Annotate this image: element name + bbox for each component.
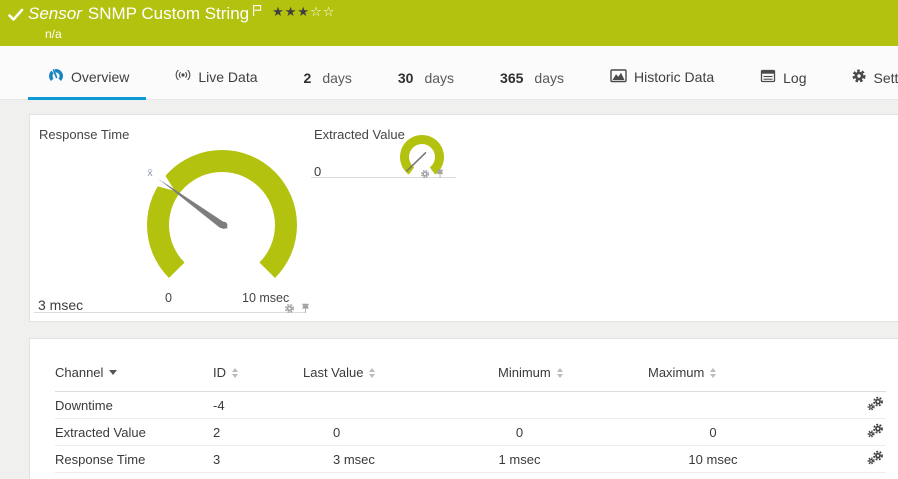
tab-number: 2 [303, 70, 312, 86]
cell-channel: Extracted Value [55, 418, 213, 446]
tab-label: Historic Data [633, 69, 715, 85]
log-icon [760, 69, 776, 86]
tab-label: Settings [873, 69, 898, 86]
column-header-actions [830, 365, 886, 392]
tab-historic-data[interactable]: Historic Data [610, 68, 714, 99]
response-time-gauge-title: Response Time [39, 127, 130, 142]
cell-id: 2 [213, 418, 303, 446]
sensor-status-subtitle: n/a [45, 27, 62, 41]
broadcast-icon [175, 67, 191, 86]
tab-number: 365 [500, 70, 524, 86]
average-marker: x̄ [147, 167, 153, 179]
cell-id: -4 [213, 391, 303, 419]
sort-icon [232, 367, 238, 378]
gauges-panel: Response Time x̄ 0 10 msec 3 msec Extrac… [29, 114, 898, 322]
priority-stars[interactable]: ★★★☆☆ [272, 4, 335, 19]
column-header-channel[interactable]: Channel [55, 365, 213, 392]
tab-label: Overview [71, 68, 130, 85]
gauge-toolbar [284, 301, 311, 319]
tab-2-days[interactable]: 2 days [304, 70, 352, 99]
cell-minimum: 0 [443, 418, 596, 446]
cell-minimum [443, 391, 596, 419]
gauge-settings-gear-icon[interactable] [420, 166, 430, 184]
status-ok-check-icon [8, 8, 24, 27]
cell-last-value: 3 msec [303, 445, 443, 473]
chart-icon [610, 68, 627, 86]
channel-settings-gears-icon[interactable] [867, 396, 884, 414]
cell-last-value: 0 [303, 418, 443, 446]
tab-365-days[interactable]: 365 days [500, 70, 564, 99]
page-title: SNMP Custom String [87, 4, 250, 23]
tab-30-days[interactable]: 30 days [398, 70, 454, 99]
cell-maximum [596, 391, 830, 419]
sensor-header: Sensor SNMP Custom String ★★★☆☆ n/a [0, 0, 898, 46]
gauge-icon [48, 67, 64, 86]
channels-panel: Channel ID Last Value Minimum Maximum Do… [29, 338, 898, 479]
gauge-pin-icon[interactable] [300, 301, 311, 319]
gauge-settings-gear-icon[interactable] [284, 301, 295, 319]
sort-icon [710, 367, 717, 378]
table-row-response-time: Response Time 3 3 msec 1 msec 10 msec [55, 445, 886, 473]
sort-icon [369, 367, 376, 378]
widget-divider [34, 312, 306, 313]
cell-channel: Response Time [55, 445, 213, 473]
cell-channel: Downtime [55, 391, 213, 419]
flag-icon [252, 4, 262, 22]
tab-label: Log [783, 69, 807, 86]
cell-maximum: 10 msec [596, 445, 830, 473]
tab-log[interactable]: Log [760, 69, 806, 99]
cell-minimum: 1 msec [443, 445, 596, 473]
tab-overview[interactable]: Overview [27, 67, 147, 100]
tab-settings[interactable]: Settings [852, 69, 898, 99]
column-header-last-value[interactable]: Last Value [303, 365, 443, 392]
table-header-row: Channel ID Last Value Minimum Maximum [55, 365, 886, 392]
tab-unit: days [424, 70, 455, 86]
sensor-type-label: Sensor [28, 4, 82, 23]
gauge-scale-min: 0 [165, 291, 172, 305]
column-header-minimum[interactable]: Minimum [443, 365, 596, 392]
sort-desc-icon [109, 370, 118, 375]
response-time-value: 3 msec [38, 297, 84, 313]
tab-unit: days [534, 70, 564, 86]
tab-number: 30 [397, 70, 414, 86]
tab-bar: Overview Live Data 2 days 30 days 365 days [0, 46, 898, 100]
overview-content: Response Time x̄ 0 10 msec 3 msec Extrac… [0, 100, 898, 479]
gear-icon [852, 69, 866, 86]
tab-label: Live Data [198, 68, 258, 85]
tab-unit: days [322, 70, 352, 86]
sort-icon [556, 367, 563, 378]
response-time-gauge[interactable]: x̄ [122, 130, 322, 305]
cell-maximum: 0 [596, 418, 830, 446]
column-header-id[interactable]: ID [213, 365, 303, 392]
cell-last-value [303, 391, 443, 419]
table-row-downtime: Downtime -4 [55, 391, 886, 419]
gauge-toolbar [420, 166, 445, 184]
channel-settings-gears-icon[interactable] [867, 450, 884, 468]
channel-settings-gears-icon[interactable] [867, 423, 884, 441]
tab-live-data[interactable]: Live Data [175, 67, 258, 99]
channel-table: Channel ID Last Value Minimum Maximum Do… [55, 365, 886, 473]
column-header-maximum[interactable]: Maximum [596, 365, 830, 392]
gauge-scale-max: 10 msec [242, 291, 290, 305]
table-row-extracted-value: Extracted Value 2 0 0 0 [55, 418, 886, 446]
cell-id: 3 [213, 445, 303, 473]
gauge-pin-icon[interactable] [435, 166, 445, 184]
